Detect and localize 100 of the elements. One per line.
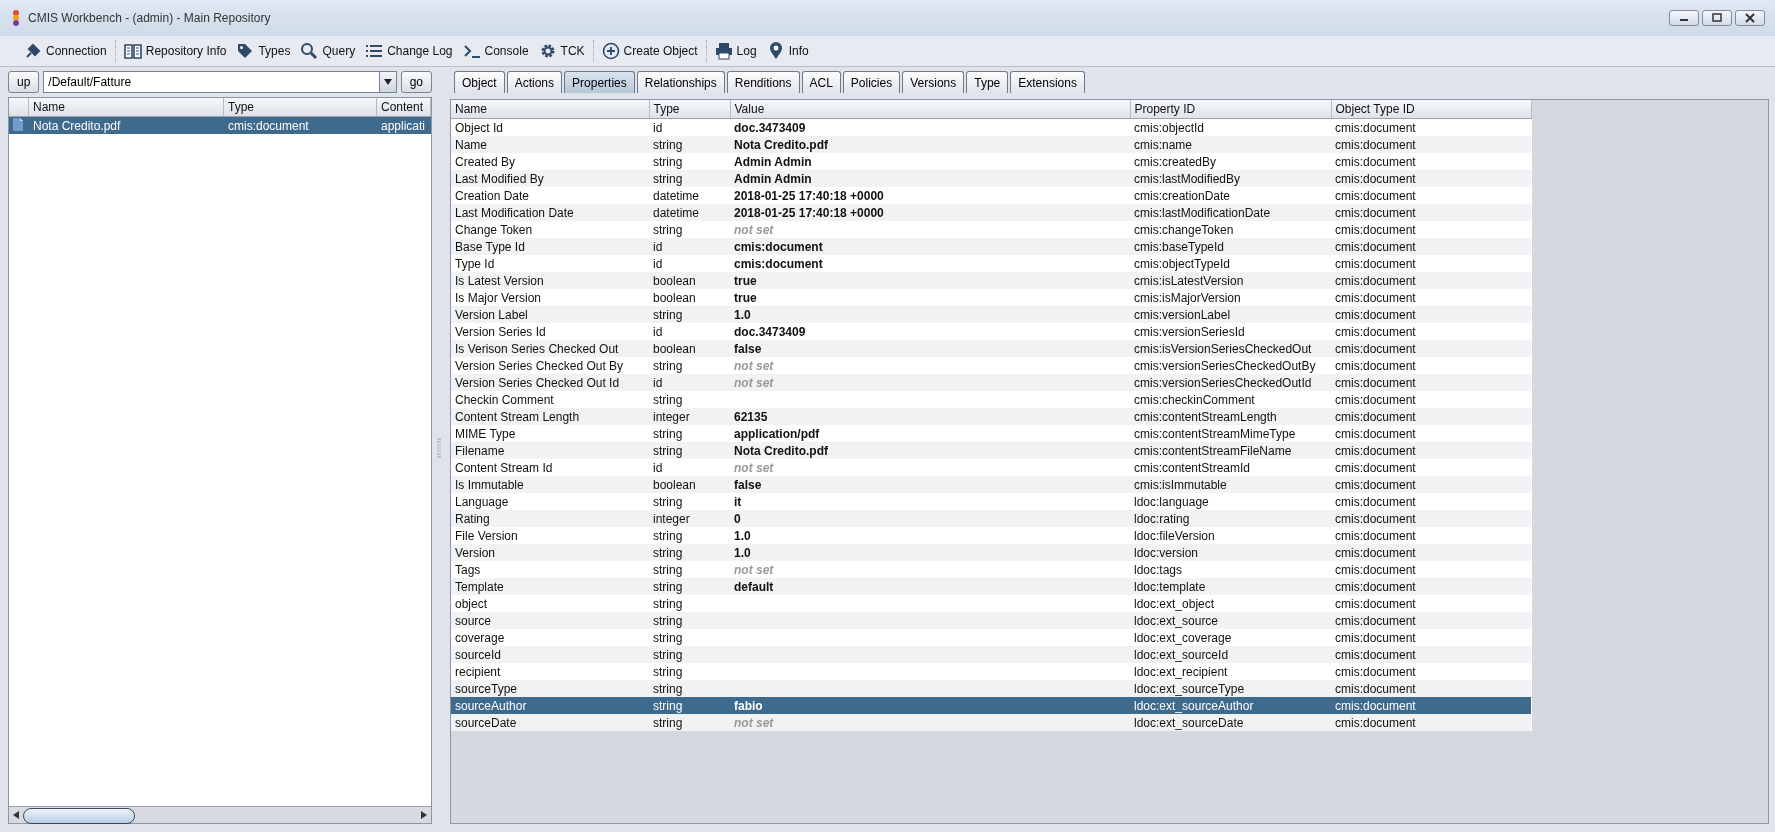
property-row[interactable]: Language string it ldoc:language cmis:document: [451, 493, 1531, 510]
property-row[interactable]: Last Modification Date datetime 2018-01-25 17:40:18 +0000 cmis:lastModificationDate cmis:document: [451, 204, 1531, 221]
table-cell: cmis:name: [1130, 136, 1331, 153]
property-row[interactable]: object string ldoc:ext_object cmis:document: [451, 595, 1531, 612]
property-row[interactable]: sourceId string ldoc:ext_sourceId cmis:document: [451, 646, 1531, 663]
property-row[interactable]: Template string default ldoc:template cmis:document: [451, 578, 1531, 595]
property-row[interactable]: recipient string ldoc:ext_recipient cmis:document: [451, 663, 1531, 680]
property-row[interactable]: Creation Date datetime 2018-01-25 17:40:18 +0000 cmis:creationDate cmis:document: [451, 187, 1531, 204]
tab[interactable]: Policies: [842, 71, 901, 93]
property-row[interactable]: Object Id id doc.3473409 cmis:objectId cmis:document: [451, 118, 1531, 136]
property-row[interactable]: Filename string Nota Credito.pdf cmis:contentStreamFileName cmis:document: [451, 442, 1531, 459]
table-cell: Name: [451, 136, 649, 153]
property-row[interactable]: Change Token string not set cmis:changeToken cmis:document: [451, 221, 1531, 238]
table-cell: not set: [730, 459, 1130, 476]
table-cell: ldoc:ext_source: [1130, 612, 1331, 629]
column-header[interactable]: Value: [730, 100, 1130, 119]
table-cell: cmis:lastModifiedBy: [1130, 170, 1331, 187]
table-cell: cmis:checkinComment: [1130, 391, 1331, 408]
property-row[interactable]: Type Id id cmis:document cmis:objectTypeId cmis:document: [451, 255, 1531, 272]
property-row[interactable]: MIME Type string application/pdf cmis:contentStreamMimeType cmis:document: [451, 425, 1531, 442]
tab[interactable]: Type: [966, 71, 1009, 93]
column-header[interactable]: Property ID: [1130, 100, 1331, 119]
tab[interactable]: Relationships: [636, 71, 725, 93]
property-row[interactable]: Is Major Version boolean true cmis:isMajorVersion cmis:document: [451, 289, 1531, 306]
table-cell: ldoc:rating: [1130, 510, 1331, 527]
toolbar-button[interactable]: TCK: [536, 40, 587, 62]
table-cell: cmis:contentStreamFileName: [1130, 442, 1331, 459]
table-cell: id: [649, 459, 730, 476]
toolbar-button[interactable]: Repository Info: [121, 40, 229, 62]
property-row[interactable]: coverage string ldoc:ext_coverage cmis:document: [451, 629, 1531, 646]
property-row[interactable]: Version Series Checked Out Id id not set cmis:versionSeriesCheckedOutId cmis:document: [451, 374, 1531, 391]
toolbar-button[interactable]: Info: [764, 40, 811, 62]
table-cell: cmis:document: [1331, 238, 1531, 255]
splitter-grip-icon[interactable]: [437, 437, 441, 458]
right-arrow-icon[interactable]: [421, 811, 427, 819]
tab[interactable]: ACL: [801, 71, 841, 93]
property-row[interactable]: Version Series Checked Out By string not set cmis:versionSeriesCheckedOutBy cmis:document: [451, 357, 1531, 374]
property-row[interactable]: Content Stream Id id not set cmis:contentStreamId cmis:document: [451, 459, 1531, 476]
property-row[interactable]: File Version string 1.0 ldoc:fileVersion cmis:document: [451, 527, 1531, 544]
column-header[interactable]: Type: [649, 100, 730, 119]
toolbar-button[interactable]: Create Object: [599, 40, 700, 62]
path-field[interactable]: /Default/Fatture: [43, 71, 380, 93]
column-header[interactable]: Name: [29, 98, 224, 116]
terminal-icon: [462, 42, 481, 60]
tab[interactable]: Renditions: [726, 71, 800, 93]
property-row[interactable]: Checkin Comment string cmis:checkinComment cmis:document: [451, 391, 1531, 408]
table-cell: cmis:isLatestVersion: [1130, 272, 1331, 289]
property-row[interactable]: Last Modified By string Admin Admin cmis:lastModifiedBy cmis:document: [451, 170, 1531, 187]
property-row[interactable]: Version string 1.0 ldoc:version cmis:document: [451, 544, 1531, 561]
table-cell: string: [649, 629, 730, 646]
close-button[interactable]: [1735, 10, 1765, 26]
table-cell: false: [730, 476, 1130, 493]
document-icon: [13, 117, 23, 131]
property-row[interactable]: Version Series Id id doc.3473409 cmis:versionSeriesId cmis:document: [451, 323, 1531, 340]
toolbar-button[interactable]: Change Log: [363, 40, 455, 62]
property-row[interactable]: Name string Nota Credito.pdf cmis:name cmis:document: [451, 136, 1531, 153]
maximize-button[interactable]: [1702, 10, 1732, 26]
property-row[interactable]: source string ldoc:ext_source cmis:document: [451, 612, 1531, 629]
dropdown-arrow-icon: [383, 79, 392, 85]
table-cell: string: [649, 595, 730, 612]
table-cell: Content Stream Id: [451, 459, 649, 476]
column-header[interactable]: Type: [224, 98, 377, 116]
property-row[interactable]: sourceAuthor string fabio ldoc:ext_sourceAuthor cmis:document: [451, 697, 1531, 714]
property-row[interactable]: Base Type Id id cmis:document cmis:baseTypeId cmis:document: [451, 238, 1531, 255]
property-row[interactable]: sourceDate string not set ldoc:ext_sourceDate cmis:document: [451, 714, 1531, 731]
tab[interactable]: Properties: [564, 71, 635, 93]
close-icon: [1745, 13, 1755, 23]
property-row[interactable]: Is Immutable boolean false cmis:isImmutable cmis:document: [451, 476, 1531, 493]
tab[interactable]: Extensions: [1010, 71, 1085, 93]
table-cell: cmis:document: [1331, 629, 1531, 646]
left-arrow-icon[interactable]: [13, 811, 19, 819]
table-cell: cmis:creationDate: [1130, 187, 1331, 204]
column-header[interactable]: Content: [377, 98, 431, 116]
toolbar-button[interactable]: Console: [460, 40, 531, 62]
horizontal-scrollbar[interactable]: [9, 806, 431, 823]
table-cell: cmis:isMajorVersion: [1130, 289, 1331, 306]
toolbar-button[interactable]: Log: [712, 40, 759, 62]
column-header[interactable]: Object Type ID: [1331, 100, 1531, 119]
toolbar-button[interactable]: Connection: [22, 40, 109, 62]
file-row[interactable]: Nota Credito.pdf cmis:document applicati: [9, 117, 431, 134]
property-row[interactable]: Rating integer 0 ldoc:rating cmis:document: [451, 510, 1531, 527]
property-row[interactable]: Version Label string 1.0 cmis:versionLabel cmis:document: [451, 306, 1531, 323]
table-cell: sourceAuthor: [451, 697, 649, 714]
go-button[interactable]: go: [400, 71, 432, 93]
table-cell: not set: [730, 374, 1130, 391]
property-row[interactable]: Created By string Admin Admin cmis:createdBy cmis:document: [451, 153, 1531, 170]
toolbar-button[interactable]: Types: [234, 40, 293, 62]
table-cell: doc.3473409: [730, 323, 1130, 340]
tab[interactable]: Actions: [506, 71, 563, 93]
up-button[interactable]: up: [8, 71, 40, 93]
property-row[interactable]: Is Verison Series Checked Out boolean false cmis:isVersionSeriesCheckedOut cmis:document: [451, 340, 1531, 357]
tab[interactable]: Object: [454, 71, 505, 93]
property-row[interactable]: Content Stream Length integer 62135 cmis:contentStreamLength cmis:document: [451, 408, 1531, 425]
minimize-button[interactable]: [1669, 10, 1699, 26]
property-row[interactable]: sourceType string ldoc:ext_sourceType cmis:document: [451, 680, 1531, 697]
tab[interactable]: Versions: [902, 71, 965, 93]
toolbar-button[interactable]: Query: [298, 40, 358, 62]
property-row[interactable]: Tags string not set ldoc:tags cmis:document: [451, 561, 1531, 578]
column-header[interactable]: Name: [451, 100, 649, 119]
property-row[interactable]: Is Latest Version boolean true cmis:isLatestVersion cmis:document: [451, 272, 1531, 289]
